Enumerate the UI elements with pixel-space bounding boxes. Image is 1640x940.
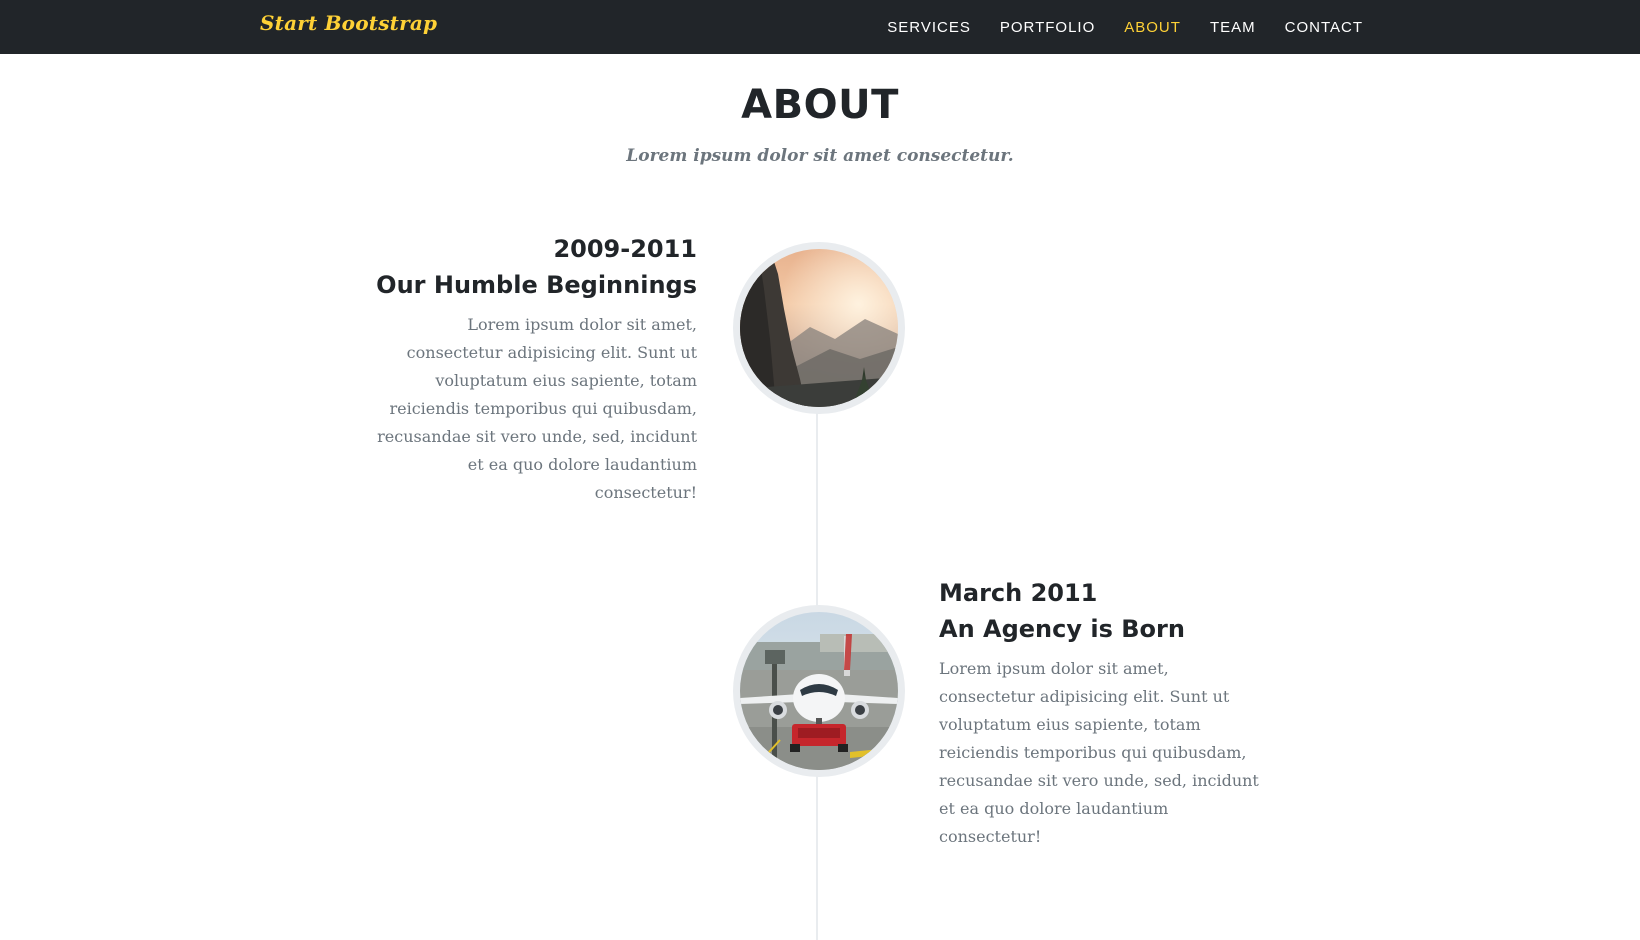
timeline-panel-2: March 2011 An Agency is Born Lorem ipsum… — [939, 575, 1269, 851]
brand-logo[interactable]: Start Bootstrap — [260, 11, 437, 35]
nav-link-about[interactable]: ABOUT — [1124, 19, 1181, 36]
timeline-panel-1: 2009-2011 Our Humble Beginnings Lorem ip… — [367, 231, 697, 507]
nav-item-contact: CONTACT — [1285, 17, 1363, 36]
section-subheading: Lorem ipsum dolor sit amet consectetur. — [626, 146, 1014, 166]
nav-item-portfolio: PORTFOLIO — [1000, 17, 1095, 36]
nav-item-team: TEAM — [1210, 17, 1256, 36]
mountain-valley-photo — [740, 249, 898, 407]
timeline-date: March 2011 — [939, 579, 1098, 607]
navbar: Start Bootstrap SERVICES PORTFOLIO ABOUT… — [0, 0, 1640, 54]
nav-link-contact[interactable]: CONTACT — [1285, 19, 1363, 36]
nav-item-services: SERVICES — [887, 17, 971, 36]
nav-item-about: ABOUT — [1124, 17, 1181, 36]
nav-link-team[interactable]: TEAM — [1210, 19, 1256, 36]
timeline-body: Lorem ipsum dolor sit amet, consectetur … — [377, 315, 697, 502]
airplane-at-airport-photo — [740, 612, 898, 770]
timeline-title: An Agency is Born — [939, 615, 1185, 643]
nav-menu: SERVICES PORTFOLIO ABOUT TEAM CONTACT — [887, 17, 1363, 36]
nav-link-services[interactable]: SERVICES — [887, 19, 971, 36]
timeline-date: 2009-2011 — [553, 235, 697, 263]
timeline-body: Lorem ipsum dolor sit amet, consectetur … — [939, 659, 1259, 846]
section-heading: ABOUT — [741, 82, 899, 128]
timeline-title: Our Humble Beginnings — [376, 271, 697, 299]
nav-link-portfolio[interactable]: PORTFOLIO — [1000, 19, 1095, 36]
timeline-image-mountains — [733, 242, 905, 414]
timeline-image-airplane — [733, 605, 905, 777]
